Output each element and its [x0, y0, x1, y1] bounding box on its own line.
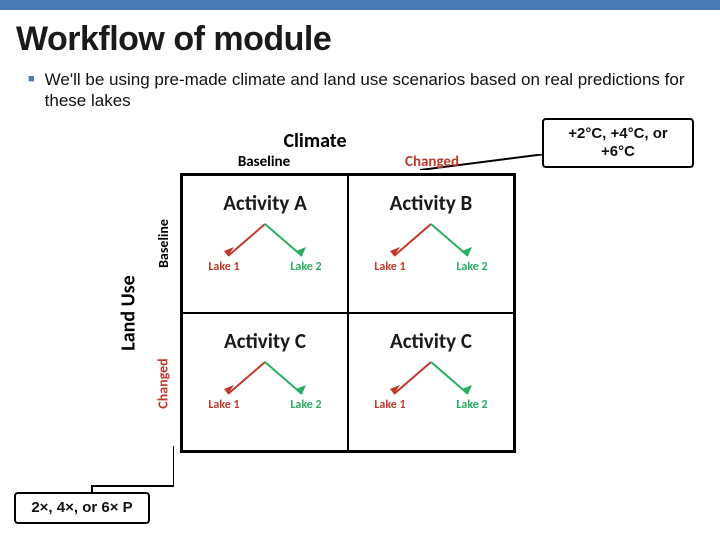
- lake-1-label: Lake 1: [208, 260, 239, 274]
- slide-top-accent: [0, 0, 720, 10]
- lake-1-label: Lake 1: [374, 398, 405, 412]
- col-label-baseline: Baseline: [180, 153, 348, 171]
- row-labels: Baseline Changed: [152, 173, 174, 453]
- slide-title: Workflow of module: [0, 10, 720, 67]
- column-labels: Baseline Changed: [180, 153, 516, 171]
- bullet-icon: ■: [28, 73, 35, 85]
- matrix-grid: Activity A Lake 1 Lake 2 Activity B: [180, 173, 516, 453]
- lake-2-label: Lake 2: [290, 398, 321, 412]
- branch-diagram: Lake 1 Lake 2: [349, 360, 513, 420]
- col-label-changed: Changed: [348, 153, 516, 171]
- branch-diagram: Lake 1 Lake 2: [183, 360, 347, 420]
- bullet-item: ■ We'll be using pre-made climate and la…: [0, 67, 720, 112]
- lake-2-label: Lake 2: [456, 398, 487, 412]
- bullet-text: We'll be using pre-made climate and land…: [45, 69, 692, 112]
- callout-landuse-options: 2×, 4×, or 6× P: [14, 492, 150, 524]
- lake-2-label: Lake 2: [456, 260, 487, 274]
- axis-landuse-label: Land Use: [118, 173, 140, 453]
- cell-activity-a: Activity A Lake 1 Lake 2: [182, 175, 348, 313]
- cell-title: Activity C: [224, 328, 306, 354]
- row-label-changed: Changed: [152, 313, 174, 453]
- cell-activity-b: Activity B Lake 1 Lake 2: [348, 175, 514, 313]
- branch-diagram: Lake 1 Lake 2: [183, 222, 347, 282]
- cell-activity-c-left: Activity C Lake 1 Lake 2: [182, 313, 348, 451]
- lake-1-label: Lake 1: [374, 260, 405, 274]
- cell-activity-c-right: Activity C Lake 1 Lake 2: [348, 313, 514, 451]
- branch-diagram: Lake 1 Lake 2: [349, 222, 513, 282]
- scenario-matrix: Climate Baseline Changed Land Use Baseli…: [120, 145, 540, 485]
- row-label-baseline: Baseline: [152, 173, 174, 313]
- lake-2-label: Lake 2: [290, 260, 321, 274]
- cell-title: Activity C: [390, 328, 472, 354]
- axis-landuse-text: Land Use: [117, 275, 141, 350]
- callout-climate-options: +2°C, +4°C, or +6°C: [542, 118, 694, 168]
- axis-climate-label: Climate: [120, 129, 510, 153]
- cell-title: Activity B: [390, 190, 473, 216]
- cell-title: Activity A: [223, 190, 307, 216]
- lake-1-label: Lake 1: [208, 398, 239, 412]
